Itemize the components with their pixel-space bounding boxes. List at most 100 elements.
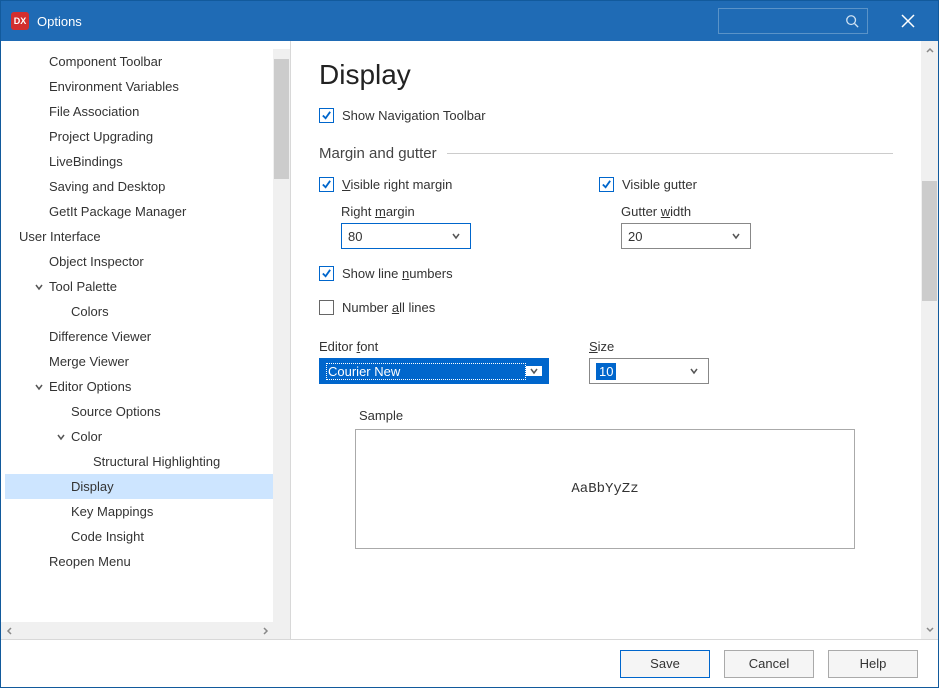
app-icon: DX [11,12,29,30]
check-icon [321,179,332,190]
scroll-right-arrow[interactable] [256,622,273,639]
tree-item[interactable]: Code Insight [5,524,273,549]
tree-item[interactable]: LiveBindings [5,149,273,174]
tree-item[interactable]: Key Mappings [5,499,273,524]
tree-item-label: Component Toolbar [49,54,162,69]
size-value: 10 [596,364,686,379]
tree-item-label: File Association [49,104,139,119]
chevron-down-icon [686,366,702,376]
right-margin-combo[interactable]: 80 [341,223,471,249]
window-title: Options [37,14,718,29]
content-vertical-scrollbar[interactable] [921,41,938,639]
tree-item[interactable]: Component Toolbar [5,49,273,74]
chevron-down-icon [526,366,542,376]
chevron-down-icon [448,231,464,241]
tree-item[interactable]: Colors [5,299,273,324]
tree-horizontal-scrollbar[interactable] [1,622,273,639]
page-title: Display [319,59,893,91]
number-all-lines-checkbox[interactable] [319,300,334,315]
tree-item-label: Color [71,429,102,444]
sample-preview: AaBbYyZz [355,429,855,549]
tree-item[interactable]: Difference Viewer [5,324,273,349]
tree-item[interactable]: Reopen Menu [5,549,273,574]
show-line-numbers-checkbox[interactable] [319,266,334,281]
tree-item-label: Colors [71,304,109,319]
editor-font-label: Editor font [319,339,549,354]
editor-font-value: Courier New [326,363,526,380]
tree-item[interactable]: Color [5,424,273,449]
tree-item-label: Difference Viewer [49,329,151,344]
tree-item[interactable]: Object Inspector [5,249,273,274]
tree-item-label: Tool Palette [49,279,117,294]
right-margin-value: 80 [348,229,448,244]
tree-item-label: Key Mappings [71,504,153,519]
help-button[interactable]: Help [828,650,918,678]
chevron-down-icon[interactable] [31,279,47,295]
tree-item-label: Project Upgrading [49,129,153,144]
chevron-down-icon[interactable] [53,429,69,445]
scroll-up-arrow[interactable] [923,45,936,57]
tree-item-label: Environment Variables [49,79,179,94]
save-button[interactable]: Save [620,650,710,678]
tree-item[interactable]: User Interface [5,224,273,249]
tree-item-label: Source Options [71,404,161,419]
tree-vertical-scrollbar[interactable] [273,49,290,622]
close-icon [901,14,915,28]
tree-item[interactable]: Tool Palette [5,274,273,299]
scrollbar-thumb[interactable] [922,181,937,301]
tree-item-label: Structural Highlighting [93,454,220,469]
check-icon [601,179,612,190]
options-tree-panel: Component Toolbar Environment Variables Fi… [1,41,291,639]
check-icon [321,268,332,279]
tree-item-label: Code Insight [71,529,144,544]
chevron-down-icon[interactable] [31,379,47,395]
visible-right-margin-checkbox[interactable] [319,177,334,192]
tree-item[interactable]: GetIt Package Manager [5,199,273,224]
tree-item[interactable]: Editor Options [5,374,273,399]
margin-gutter-section-label: Margin and gutter [319,145,437,162]
titlebar-search[interactable] [718,8,868,34]
gutter-width-combo[interactable]: 20 [621,223,751,249]
right-margin-label: Right margin [341,204,519,219]
cancel-button[interactable]: Cancel [724,650,814,678]
tree-item[interactable]: Source Options [5,399,273,424]
close-button[interactable] [888,1,928,41]
show-navigation-toolbar-checkbox[interactable] [319,108,334,123]
check-icon [321,110,332,121]
number-all-lines-label: Number all lines [342,300,435,315]
size-label: Size [589,339,709,354]
gutter-width-value: 20 [628,229,728,244]
scroll-down-arrow[interactable] [923,623,936,635]
editor-font-combo[interactable]: Courier New [319,358,549,384]
scroll-left-arrow[interactable] [1,622,18,639]
tree-item[interactable]: Merge Viewer [5,349,273,374]
tree-item-label: Display [71,479,114,494]
section-divider [447,153,893,154]
size-combo[interactable]: 10 [589,358,709,384]
tree-item[interactable]: Saving and Desktop [5,174,273,199]
gutter-width-label: Gutter width [621,204,799,219]
tree-item-label: LiveBindings [49,154,123,169]
visible-right-margin-label: Visible right margin [342,177,452,192]
tree-item-label: Reopen Menu [49,554,131,569]
visible-gutter-label: Visible gutter [622,177,697,192]
options-tree[interactable]: Component Toolbar Environment Variables Fi… [1,49,273,622]
tree-item[interactable]: Display [5,474,273,499]
show-navigation-toolbar-label: Show Navigation Toolbar [342,108,486,123]
tree-item[interactable]: Project Upgrading [5,124,273,149]
scrollbar-thumb[interactable] [274,59,289,179]
visible-gutter-checkbox[interactable] [599,177,614,192]
tree-item[interactable]: File Association [5,99,273,124]
search-icon [845,14,859,28]
tree-item-label: Editor Options [49,379,131,394]
tree-item-label: GetIt Package Manager [49,204,186,219]
sample-label: Sample [359,408,855,423]
tree-item-label: User Interface [19,229,101,244]
tree-item-label: Saving and Desktop [49,179,165,194]
tree-item[interactable]: Structural Highlighting [5,449,273,474]
sample-text: AaBbYyZz [571,481,638,497]
show-line-numbers-label: Show line numbers [342,266,453,281]
scrollbar-corner [273,622,290,639]
tree-item[interactable]: Environment Variables [5,74,273,99]
tree-item-label: Object Inspector [49,254,144,269]
